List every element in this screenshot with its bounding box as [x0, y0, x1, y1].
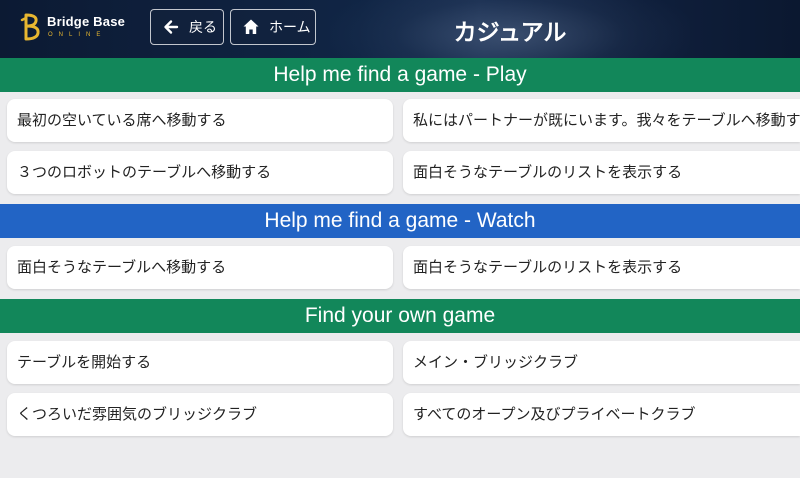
home-button-label: ホーム [269, 20, 311, 36]
option-relaxed-bridge-club[interactable]: くつろいだ雰囲気のブリッジクラブ [7, 393, 393, 436]
home-button[interactable]: ホーム [230, 9, 316, 45]
top-bar: Bridge Base ONLINE 戻る ホーム カジュアル [0, 0, 800, 58]
back-button[interactable]: 戻る [150, 9, 224, 45]
logo-subtitle: ONLINE [48, 32, 107, 38]
option-first-open-seat[interactable]: 最初の空いている席へ移動する [7, 99, 393, 142]
option-start-table[interactable]: テーブルを開始する [7, 341, 393, 384]
page-title: カジュアル [453, 20, 567, 46]
option-three-robots-table[interactable]: ３つのロボットのテーブルへ移動する [7, 151, 393, 194]
section-header-play: Help me find a game - Play [0, 58, 800, 92]
arrow-left-icon [164, 20, 179, 34]
option-main-bridge-club[interactable]: メイン・ブリッジクラブ [403, 341, 800, 384]
section-header-own-game: Find your own game [0, 299, 800, 333]
logo-name: Bridge Base [47, 14, 126, 29]
option-go-interesting-table[interactable]: 面白そうなテーブルへ移動する [7, 246, 393, 289]
bbo-logo-icon [20, 13, 40, 41]
option-list-interesting-tables-watch[interactable]: 面白そうなテーブルのリストを表示する [403, 246, 800, 289]
option-list-interesting-tables-play[interactable]: 面白そうなテーブルのリストを表示する [403, 151, 800, 194]
bbo-logo[interactable]: Bridge Base ONLINE [20, 12, 140, 44]
option-have-partner[interactable]: 私にはパートナーが既にいます。我々をテーブルへ移動する [403, 99, 800, 142]
section-header-watch: Help me find a game - Watch [0, 204, 800, 238]
option-all-clubs[interactable]: すべてのオープン及びプライベートクラブ [403, 393, 800, 436]
home-icon [243, 19, 259, 34]
back-button-label: 戻る [189, 20, 217, 36]
